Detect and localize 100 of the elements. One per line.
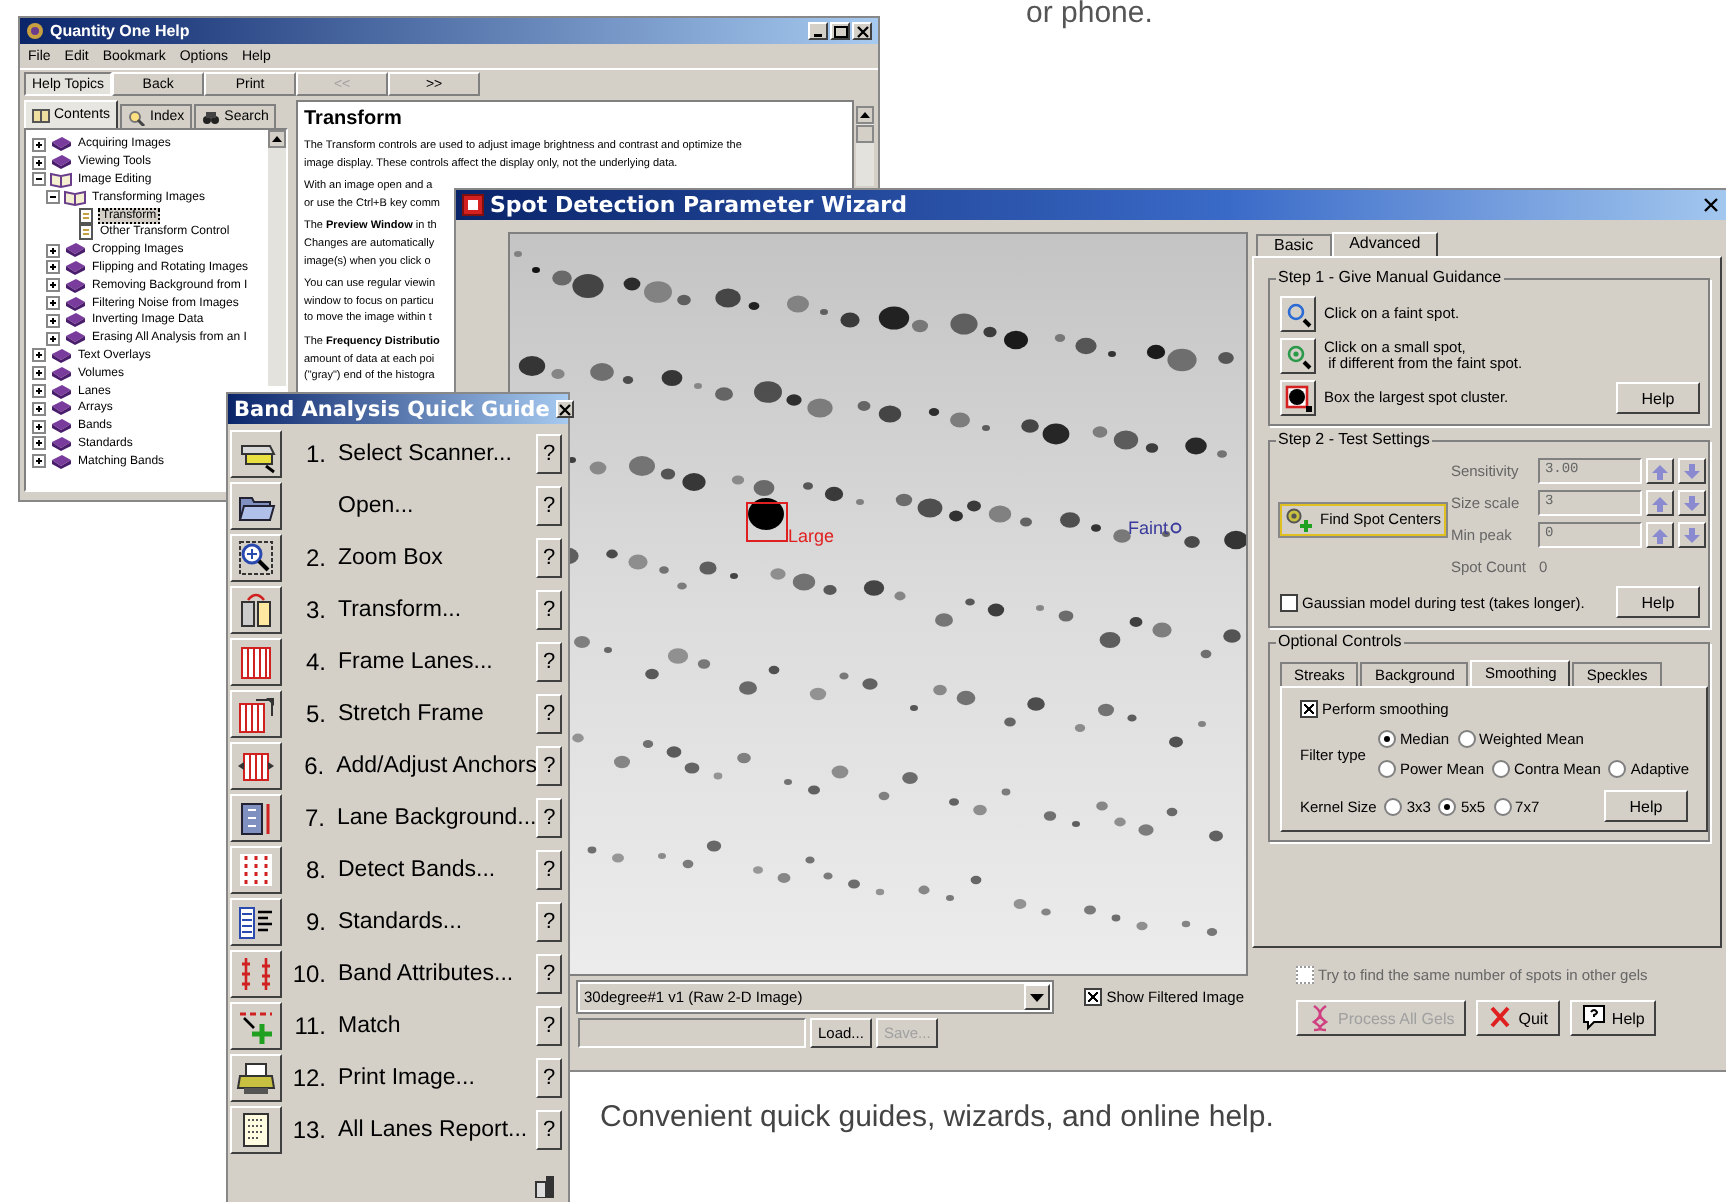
checkbox[interactable] xyxy=(1280,593,1298,611)
help-button[interactable]: ? xyxy=(536,746,562,786)
expand-icon[interactable] xyxy=(46,313,60,328)
expand-icon[interactable] xyxy=(32,384,46,399)
expand-icon[interactable] xyxy=(32,155,46,170)
close-button[interactable] xyxy=(852,22,872,40)
tab[interactable]: Basic xyxy=(1256,234,1332,256)
book-icon xyxy=(50,453,72,470)
step-button[interactable] xyxy=(230,898,282,946)
step-label[interactable]: Lane Background... xyxy=(337,806,537,830)
spin-button[interactable] xyxy=(1646,458,1675,484)
close-icon xyxy=(855,25,869,37)
expand-icon[interactable] xyxy=(32,348,46,363)
help-button[interactable]: ? xyxy=(536,1058,562,1098)
expand-icon[interactable] xyxy=(46,243,60,258)
spin-button[interactable] xyxy=(1646,490,1675,516)
radio-button[interactable] xyxy=(1438,797,1457,815)
radio-button[interactable] xyxy=(1457,730,1476,748)
step-button[interactable] xyxy=(230,534,282,582)
expand-icon[interactable] xyxy=(32,137,46,152)
step-button[interactable] xyxy=(230,794,282,842)
step-label[interactable]: Print Image... xyxy=(338,1066,536,1090)
spin-button[interactable] xyxy=(1646,522,1675,548)
step-label[interactable]: Add/Adjust Anchors xyxy=(336,754,537,778)
step-button[interactable] xyxy=(230,742,282,790)
help-button[interactable]: ? xyxy=(536,694,562,734)
help-button[interactable]: ? xyxy=(536,1110,562,1150)
help-button[interactable]: Help xyxy=(1604,790,1688,822)
tool-button[interactable] xyxy=(1280,338,1316,374)
radio-button[interactable] xyxy=(1377,730,1396,748)
collapse-icon[interactable] xyxy=(32,172,46,187)
dialog-button[interactable]: Quit xyxy=(1476,1000,1560,1036)
step-button[interactable] xyxy=(230,950,282,998)
help-button[interactable]: ? xyxy=(536,434,562,474)
step-label[interactable]: Match xyxy=(338,1014,536,1038)
radio-button[interactable] xyxy=(1377,760,1396,778)
step-button[interactable] xyxy=(230,846,282,894)
collapse-icon[interactable] xyxy=(46,190,60,205)
spin-button[interactable] xyxy=(1678,490,1707,516)
dialog-button[interactable]: Help xyxy=(1569,1000,1657,1036)
help-button[interactable]: ? xyxy=(536,486,562,526)
close-button[interactable] xyxy=(555,400,574,418)
step-label[interactable]: Standards... xyxy=(338,910,536,934)
expand-icon[interactable] xyxy=(46,260,60,275)
step-button[interactable] xyxy=(230,1054,282,1102)
step-number: 7. xyxy=(302,804,327,832)
expand-icon[interactable] xyxy=(46,331,60,346)
help-button[interactable]: ? xyxy=(536,902,562,942)
step-label[interactable]: Detect Bands... xyxy=(338,858,536,882)
checkbox[interactable] xyxy=(1300,700,1318,718)
step-button[interactable] xyxy=(230,586,282,634)
expand-icon[interactable] xyxy=(46,278,60,293)
checkbox[interactable] xyxy=(1084,988,1103,1006)
minimize-button[interactable] xyxy=(808,22,828,40)
step-label[interactable]: Stretch Frame xyxy=(338,702,536,726)
expand-icon[interactable] xyxy=(32,366,46,381)
expand-icon[interactable] xyxy=(46,296,60,311)
help-button[interactable]: ? xyxy=(536,798,562,838)
help-button[interactable]: ? xyxy=(536,850,562,890)
radio-button[interactable] xyxy=(1492,760,1511,778)
book-icon xyxy=(32,107,50,123)
book-icon xyxy=(50,400,72,417)
maximize-button[interactable] xyxy=(830,22,850,40)
help-button[interactable]: ? xyxy=(536,1006,562,1046)
tab[interactable]: Advanced xyxy=(1331,232,1439,256)
help-button[interactable]: ? xyxy=(536,642,562,682)
help-button[interactable]: ? xyxy=(536,538,562,578)
step-button[interactable] xyxy=(230,1002,282,1050)
step-label[interactable]: Transform... xyxy=(338,598,536,622)
help-button[interactable]: Help xyxy=(1616,586,1700,618)
open-book-icon xyxy=(50,171,72,188)
step-label[interactable]: Frame Lanes... xyxy=(338,650,536,674)
expand-icon[interactable] xyxy=(32,436,46,451)
step-label[interactable]: Open... xyxy=(338,494,536,518)
tool-button[interactable] xyxy=(1280,296,1316,332)
step-label[interactable]: Band Attributes... xyxy=(338,962,536,986)
spin-button[interactable] xyxy=(1678,458,1707,484)
step-label[interactable]: Select Scanner... xyxy=(338,442,536,466)
step-button[interactable] xyxy=(230,690,282,738)
spin-button[interactable] xyxy=(1678,522,1707,548)
help-button[interactable]: ? xyxy=(536,590,562,630)
radio-button[interactable] xyxy=(1608,760,1627,778)
spots-plus-icon xyxy=(1286,507,1314,531)
step-label[interactable]: Zoom Box xyxy=(338,546,536,570)
help-button[interactable]: ? xyxy=(536,954,562,994)
step-button[interactable] xyxy=(230,1106,282,1154)
file-field[interactable] xyxy=(578,1018,806,1048)
expand-icon[interactable] xyxy=(32,419,46,434)
step-number: 6. xyxy=(302,752,327,780)
step-button[interactable] xyxy=(230,638,282,686)
step-button[interactable] xyxy=(230,430,282,478)
expand-icon[interactable] xyxy=(32,454,46,469)
help-button[interactable]: Help xyxy=(1616,382,1700,414)
radio-button[interactable] xyxy=(1384,797,1403,815)
tool-button[interactable] xyxy=(1280,380,1316,416)
step-button[interactable] xyxy=(230,482,282,530)
expand-icon[interactable] xyxy=(32,401,46,416)
step-number: 5. xyxy=(303,700,328,728)
radio-button[interactable] xyxy=(1493,797,1512,815)
step-label[interactable]: All Lanes Report... xyxy=(338,1118,536,1142)
